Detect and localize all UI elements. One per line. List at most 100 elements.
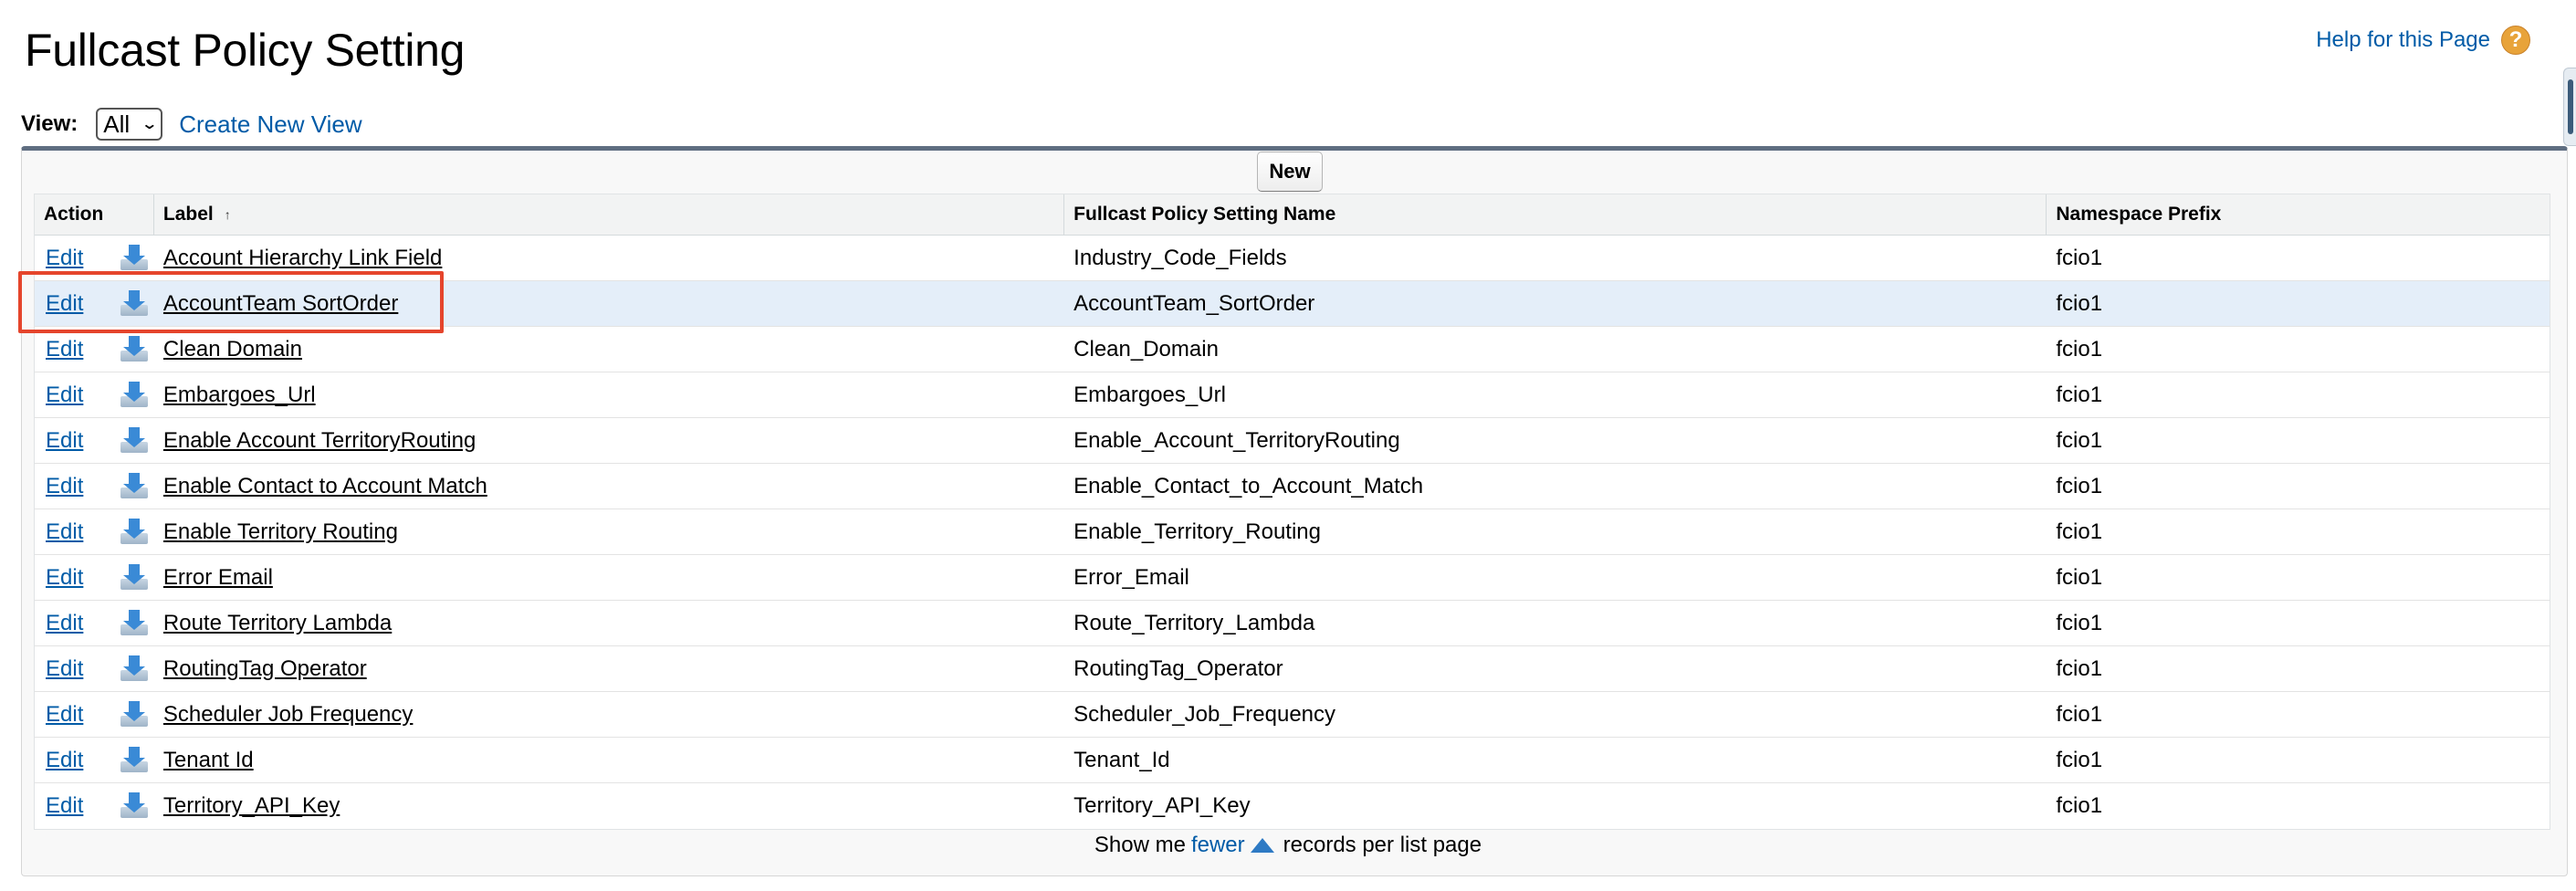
row-label-link[interactable]: AccountTeam SortOrder	[163, 291, 398, 317]
row-label: AccountTeam SortOrder	[154, 281, 1064, 326]
triangle-up-icon[interactable]	[1250, 838, 1274, 853]
row-namespace-prefix: fcio1	[2056, 610, 2103, 635]
row-label-link[interactable]: Route Territory Lambda	[163, 611, 392, 636]
row-setting-name: Clean_Domain	[1073, 336, 1219, 362]
row-label: Account Hierarchy Link Field	[154, 236, 1064, 280]
download-icon[interactable]	[119, 746, 150, 774]
chevron-down-icon: ⌄	[141, 117, 158, 132]
row-label: Error Email	[154, 555, 1064, 600]
row-namespace-prefix: fcio1	[2056, 427, 2103, 453]
edit-link[interactable]: Edit	[46, 474, 119, 499]
download-icon[interactable]	[119, 335, 150, 363]
header-label-text[interactable]: Label	[163, 204, 214, 225]
show-fewer-link[interactable]: fewer	[1191, 833, 1245, 858]
new-button[interactable]: New	[1257, 152, 1323, 192]
download-icon[interactable]	[119, 609, 150, 637]
help-icon[interactable]: ?	[2501, 26, 2530, 55]
row-namespace-prefix: fcio1	[2056, 701, 2103, 727]
table-row: Edit Account Hierarchy Link Field Industry…	[35, 236, 2550, 281]
edit-link[interactable]: Edit	[46, 702, 119, 728]
row-setting-name: Enable_Contact_to_Account_Match	[1073, 473, 1424, 498]
download-icon[interactable]	[119, 518, 150, 546]
row-label-link[interactable]: Embargoes_Url	[163, 383, 316, 408]
row-namespace-prefix: fcio1	[2056, 519, 2103, 544]
row-actions: Edit	[35, 464, 154, 508]
row-label-link[interactable]: Enable Account TerritoryRouting	[163, 428, 476, 454]
edit-link[interactable]: Edit	[46, 246, 119, 271]
row-namespace-prefix: fcio1	[2056, 336, 2103, 362]
row-label: Clean Domain	[154, 327, 1064, 372]
table-row: Edit Route Territory Lambda Route_Territor…	[35, 601, 2550, 646]
download-icon[interactable]	[119, 381, 150, 409]
edit-link[interactable]: Edit	[46, 383, 119, 408]
edit-link[interactable]: Edit	[46, 565, 119, 591]
edit-link[interactable]: Edit	[46, 428, 119, 454]
row-actions: Edit	[35, 327, 154, 372]
download-icon[interactable]	[119, 244, 150, 272]
side-panel-tab[interactable]	[2563, 68, 2576, 146]
create-new-view-link[interactable]: Create New View	[179, 110, 361, 139]
download-icon[interactable]	[119, 700, 150, 729]
row-label-link[interactable]: Scheduler Job Frequency	[163, 702, 414, 728]
table-body: Edit Account Hierarchy Link Field Industry…	[35, 236, 2550, 829]
row-actions: Edit	[35, 692, 154, 737]
download-icon[interactable]	[119, 426, 150, 455]
row-setting-name: RoutingTag_Operator	[1073, 655, 1283, 681]
row-label: Scheduler Job Frequency	[154, 692, 1064, 737]
edit-link[interactable]: Edit	[46, 291, 119, 317]
row-label: Route Territory Lambda	[154, 601, 1064, 645]
sort-ascending-icon[interactable]: ↑	[225, 207, 231, 222]
row-label-link[interactable]: Enable Contact to Account Match	[163, 474, 487, 499]
row-label-link[interactable]: RoutingTag Operator	[163, 656, 367, 682]
row-namespace-prefix: fcio1	[2056, 655, 2103, 681]
table-header: Action Label ↑ Fullcast Policy Setting N…	[35, 194, 2550, 236]
policy-settings-table: Action Label ↑ Fullcast Policy Setting N…	[34, 194, 2550, 830]
row-label-link[interactable]: Tenant Id	[163, 748, 254, 773]
help-link-label[interactable]: Help for this Page	[2316, 27, 2490, 53]
header-label[interactable]: Label ↑	[154, 194, 1065, 235]
view-label: View:	[21, 111, 79, 136]
row-setting-name: Industry_Code_Fields	[1073, 245, 1287, 270]
download-icon[interactable]	[119, 563, 150, 592]
edit-link[interactable]: Edit	[46, 611, 119, 636]
download-icon[interactable]	[119, 472, 150, 500]
row-label: Territory_API_Key	[154, 783, 1064, 829]
table-row: Edit Scheduler Job Frequency Scheduler_Job…	[35, 692, 2550, 738]
download-icon[interactable]	[119, 655, 150, 683]
row-label-link[interactable]: Clean Domain	[163, 337, 302, 362]
row-label-link[interactable]: Account Hierarchy Link Field	[163, 246, 442, 271]
row-label: Enable Contact to Account Match	[154, 464, 1064, 508]
row-label: RoutingTag Operator	[154, 646, 1064, 691]
row-setting-name: Error_Email	[1073, 564, 1189, 590]
row-namespace-prefix: fcio1	[2056, 245, 2103, 270]
table-row: Edit RoutingTag Operator RoutingTag_Operat…	[35, 646, 2550, 692]
download-icon[interactable]	[119, 792, 150, 820]
help-link[interactable]: Help for this Page ?	[2316, 26, 2530, 55]
row-label-link[interactable]: Enable Territory Routing	[163, 519, 398, 545]
row-setting-name: AccountTeam_SortOrder	[1073, 290, 1315, 316]
row-actions: Edit	[35, 372, 154, 417]
table-row: Edit Embargoes_Url Embargoes_Url fcio1	[35, 372, 2550, 418]
edit-link[interactable]: Edit	[46, 519, 119, 545]
row-label-link[interactable]: Error Email	[163, 565, 273, 591]
row-actions: Edit	[35, 601, 154, 645]
edit-link[interactable]: Edit	[46, 748, 119, 773]
row-setting-name: Territory_API_Key	[1073, 793, 1251, 818]
download-icon[interactable]	[119, 289, 150, 318]
table-row: Edit Enable Account TerritoryRouting Enabl…	[35, 418, 2550, 464]
view-select-value: All	[103, 110, 131, 138]
edit-link[interactable]: Edit	[46, 656, 119, 682]
row-setting-name: Route_Territory_Lambda	[1073, 610, 1315, 635]
row-actions: Edit	[35, 281, 154, 326]
row-actions: Edit	[35, 646, 154, 691]
header-namespace-prefix[interactable]: Namespace Prefix	[2047, 194, 2550, 235]
edit-link[interactable]: Edit	[46, 793, 119, 819]
row-label-link[interactable]: Territory_API_Key	[163, 793, 340, 819]
table-row: Edit Tenant Id Tenant_Id fcio1	[35, 738, 2550, 783]
header-setting-name[interactable]: Fullcast Policy Setting Name	[1064, 194, 2047, 235]
row-setting-name: Enable_Account_TerritoryRouting	[1073, 427, 1400, 453]
row-label: Enable Account TerritoryRouting	[154, 418, 1064, 463]
edit-link[interactable]: Edit	[46, 337, 119, 362]
view-select[interactable]: All ⌄	[96, 108, 163, 141]
row-setting-name: Scheduler_Job_Frequency	[1073, 701, 1336, 727]
